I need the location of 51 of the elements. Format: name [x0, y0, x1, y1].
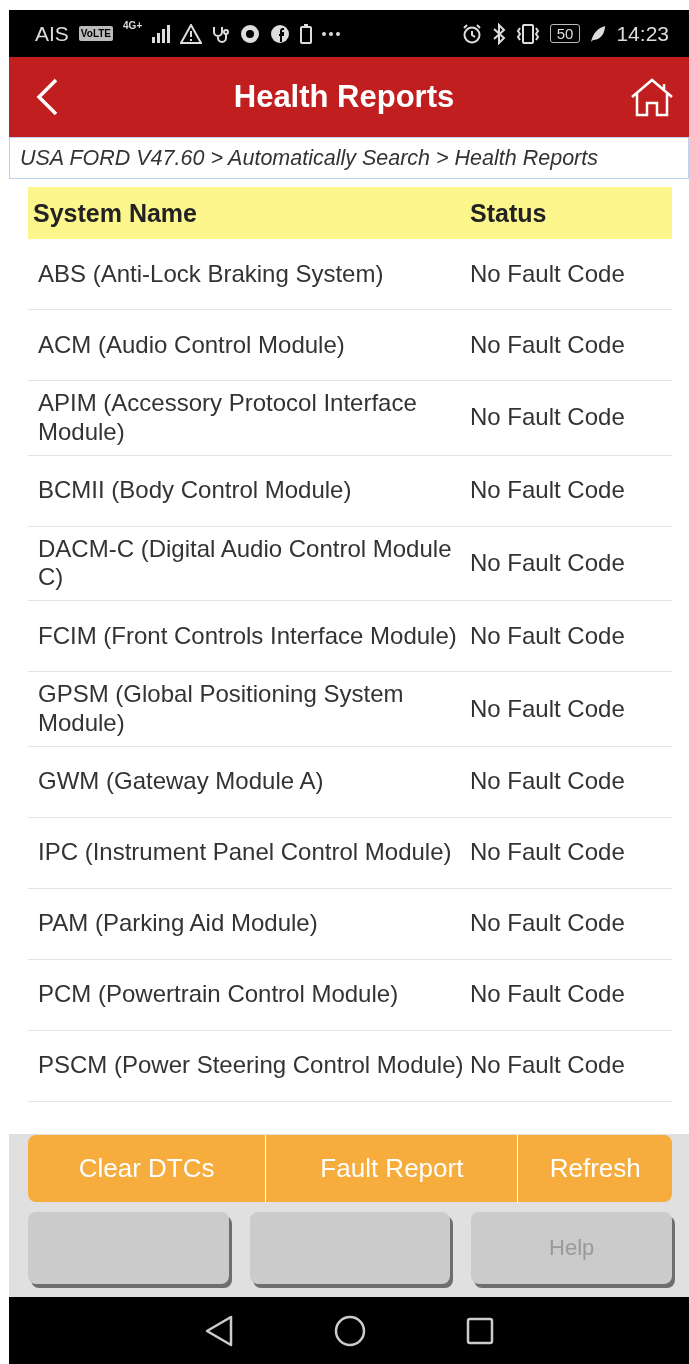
- breadcrumb: USA FORD V47.60 > Automatically Search > Health Reports: [9, 137, 689, 179]
- alarm-icon: [461, 23, 482, 44]
- system-name-cell-text: ABS (Anti-Lock Braking System): [37, 258, 385, 289]
- system-name-cell-text: GPSM (Global Positioning System Module): [37, 679, 405, 738]
- status-cell: No Fault Code: [470, 259, 625, 289]
- system-name-cell-text: FCIM (Front Controls Interface Module): [37, 620, 458, 651]
- status-cell: No Fault Code: [470, 838, 625, 868]
- page-title: Health Reports: [233, 79, 455, 115]
- status-cell: No Fault Code: [470, 403, 625, 433]
- system-name-cell-text: PSCM (Power Steering Control Module): [37, 1050, 465, 1081]
- leaf-icon: [590, 24, 607, 43]
- back-nav-icon[interactable]: [204, 1314, 234, 1347]
- signal-icon: [152, 24, 171, 43]
- system-name-cell-text: GWM (Gateway Module A): [37, 766, 325, 797]
- system-name-cell-text: BCMII (Body Control Module): [37, 475, 353, 506]
- column-header: System Name: [32, 198, 198, 228]
- status-cell: No Fault Code: [470, 549, 625, 578]
- network-type: 4G+: [123, 20, 143, 31]
- battery-level: 50: [549, 24, 581, 43]
- status-cell: No Fault Code: [470, 330, 625, 360]
- social-icon: [270, 23, 291, 44]
- status-cell: No Fault Code: [470, 909, 625, 939]
- system-name-cell-text: ACM (Audio Control Module): [37, 329, 346, 360]
- status-cell: No Fault Code: [470, 694, 625, 724]
- system-name-cell-text: PAM (Parking Aid Module): [37, 908, 319, 939]
- battery-saver-icon: [300, 23, 313, 44]
- vibrate-icon: [515, 23, 540, 44]
- status-cell: No Fault Code: [470, 980, 625, 1010]
- stethoscope-icon: [212, 24, 231, 43]
- action-button[interactable]: Clear DTCs: [28, 1135, 266, 1202]
- clock-time: 14:23: [616, 21, 669, 46]
- home-nav-icon[interactable]: [334, 1314, 366, 1347]
- action-button[interactable]: Fault Report: [265, 1135, 518, 1202]
- system-name-cell-text: IPC (Instrument Panel Control Module): [37, 837, 453, 868]
- home-button[interactable]: [629, 77, 675, 117]
- system-name-cell-text: PCM (Powertrain Control Module): [37, 979, 400, 1010]
- status-cell: No Fault Code: [470, 1051, 625, 1081]
- system-name-cell-text: APIM (Accessory Protocol Interface Module): [37, 388, 418, 447]
- status-cell: No Fault Code: [470, 621, 625, 651]
- action-button[interactable]: Refresh: [517, 1135, 672, 1202]
- back-button[interactable]: [35, 78, 59, 116]
- status-cell: No Fault Code: [470, 476, 625, 505]
- volte-badge: VoLTE: [78, 26, 114, 41]
- recents-nav-icon[interactable]: [466, 1316, 494, 1345]
- system-name-cell-text: DACM-C (Digital Audio Control Module C): [37, 533, 453, 593]
- warning-icon: [180, 23, 203, 44]
- status-cell: No Fault Code: [470, 767, 625, 797]
- more-icon: [322, 31, 341, 36]
- carrier-name: AIS: [35, 21, 69, 46]
- bluetooth-icon: [491, 22, 506, 45]
- column-header: Status: [470, 198, 547, 228]
